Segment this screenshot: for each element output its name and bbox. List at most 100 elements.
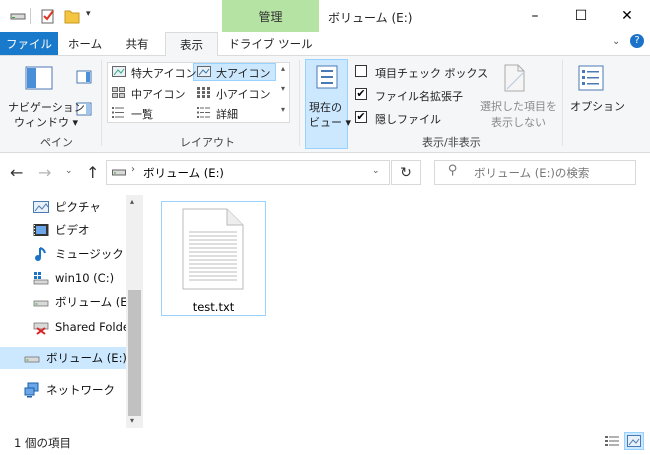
drive-icon	[112, 169, 126, 176]
sidebar-item-label: ボリューム (E:)	[46, 351, 127, 365]
separator	[562, 60, 563, 146]
hidden-items-label[interactable]: 隠しファイル	[375, 111, 441, 127]
videos-icon	[33, 224, 49, 236]
nav-pane-label-1[interactable]: ナビゲーション	[8, 99, 85, 115]
search-placeholder: ボリューム (E:)の検索	[474, 166, 590, 180]
sidebar-item-label: Shared Folder	[55, 320, 135, 334]
maximize-button[interactable]: ☐	[558, 0, 604, 32]
scroll-up-icon[interactable]: ▴	[130, 197, 134, 206]
large-icons-icon	[197, 66, 211, 77]
up-arrow-icon[interactable]: ↑	[86, 163, 99, 182]
options-icon	[578, 65, 604, 91]
small-icons-icon	[197, 87, 210, 98]
sidebar-item-shared-folder[interactable]: Shared Folder	[0, 316, 135, 338]
layout-group-label: レイアウト	[180, 136, 235, 149]
gallery-scroll-down-icon[interactable]: ▾	[281, 84, 285, 93]
network-icon	[24, 382, 39, 398]
layout-medium-icons[interactable]: 中アイコン	[131, 86, 185, 102]
sidebar-item-volume-e-selected[interactable]: ボリューム (E:)	[0, 347, 127, 369]
help-icon[interactable]: ?	[630, 34, 644, 48]
drive-icon	[24, 356, 40, 363]
sidebar-item-videos[interactable]: ビデオ	[0, 219, 126, 241]
tab-share[interactable]: 共有	[112, 32, 162, 55]
preview-pane-icon[interactable]	[76, 70, 92, 84]
shared-folder-icon	[33, 322, 49, 335]
tab-view[interactable]: 表示	[165, 32, 218, 56]
minimize-button[interactable]: –	[512, 0, 558, 32]
manage-context-tab[interactable]: 管理	[222, 0, 319, 32]
details-icon	[197, 107, 210, 118]
new-folder-icon[interactable]	[64, 8, 80, 24]
music-icon	[35, 247, 46, 261]
item-checkboxes-label[interactable]: 項目チェック ボックス	[375, 65, 488, 81]
ribbon: ナビゲーション ウィンドウ ▾ ペイン 特大アイコン 大アイコン 中アイコン 小…	[0, 56, 650, 153]
text-file-icon	[182, 208, 244, 290]
sidebar-item-label: ピクチャ	[55, 200, 101, 214]
sidebar-item-label: ビデオ	[55, 223, 90, 237]
sidebar-item-label: ボリューム (E:)	[55, 295, 136, 309]
nav-pane-label-2[interactable]: ウィンドウ ▾	[14, 114, 78, 130]
gallery-expand-icon[interactable]: ▾	[281, 105, 285, 114]
sidebar-item-drive-e[interactable]: ボリューム (E:)	[0, 291, 136, 313]
extra-large-icons-icon	[112, 66, 126, 77]
sidebar-scrollbar-thumb[interactable]	[128, 290, 141, 416]
tab-drive-tools[interactable]: ドライブ ツール	[222, 32, 319, 55]
tab-file[interactable]: ファイル	[0, 32, 58, 55]
qa-customize-icon[interactable]: ▾	[86, 9, 91, 19]
sidebar-item-label: win10 (C:)	[55, 271, 115, 285]
layout-list[interactable]: 一覧	[131, 106, 153, 122]
medium-icons-icon	[112, 87, 125, 98]
drive-icon	[10, 13, 26, 20]
file-extensions-checkbox[interactable]: ✔	[355, 88, 367, 100]
hide-selected-label-1[interactable]: 選択した項目を	[480, 98, 557, 114]
item-checkboxes-checkbox[interactable]	[355, 65, 367, 77]
pane-group-label: ペイン	[40, 136, 73, 149]
breadcrumb-chevron-icon[interactable]: ›	[131, 164, 135, 175]
collapse-ribbon-icon[interactable]: ⌄	[612, 36, 620, 47]
separator	[101, 60, 102, 146]
window-title: ボリューム (E:)	[328, 11, 413, 25]
close-button[interactable]: ✕	[604, 0, 650, 32]
hide-selected-label-2[interactable]: 表示しない	[491, 114, 546, 130]
search-icon: ⚲	[448, 163, 458, 178]
tab-home[interactable]: ホーム	[60, 32, 110, 55]
show-hide-group-label: 表示/非表示	[422, 136, 481, 149]
sidebar-item-music[interactable]: ミュージック	[0, 243, 126, 265]
sidebar-item-network[interactable]: ネットワーク	[0, 379, 126, 401]
address-dropdown-icon[interactable]: ⌄	[372, 166, 380, 176]
layout-large-icons[interactable]: 大アイコン	[216, 65, 270, 81]
pictures-icon	[33, 201, 49, 213]
drive-c-icon	[33, 272, 49, 285]
sidebar-item-pictures[interactable]: ピクチャ	[0, 196, 126, 218]
navigation-pane-icon[interactable]	[25, 66, 53, 90]
drive-e-icon	[33, 300, 49, 307]
properties-icon[interactable]	[40, 8, 56, 24]
breadcrumb-volume-e[interactable]: ボリューム (E:)	[143, 165, 224, 181]
separator	[299, 60, 300, 146]
back-arrow-icon[interactable]: ←	[10, 163, 23, 182]
layout-details[interactable]: 詳細	[216, 106, 238, 122]
current-view-label-1[interactable]: 現在の	[309, 99, 342, 115]
refresh-button[interactable]: ↻	[391, 160, 421, 185]
scroll-down-icon[interactable]: ▾	[130, 416, 134, 425]
file-extensions-label[interactable]: ファイル名拡張子	[375, 88, 463, 104]
options-button[interactable]: オプション	[570, 98, 625, 114]
recent-locations-icon[interactable]: ⌄	[65, 166, 73, 176]
hidden-items-checkbox[interactable]: ✔	[355, 111, 367, 123]
current-view-label-2[interactable]: ビュー ▾	[309, 114, 351, 130]
hide-selected-icon	[504, 64, 525, 92]
status-bar	[0, 428, 650, 455]
layout-small-icons[interactable]: 小アイコン	[216, 86, 270, 102]
gallery-scroll-up-icon[interactable]: ▴	[281, 64, 285, 73]
item-count: 1 個の項目	[14, 436, 71, 450]
list-icon	[112, 107, 124, 118]
details-view-icon[interactable]	[604, 434, 620, 448]
layout-extra-large-icons[interactable]: 特大アイコン	[131, 65, 196, 81]
sidebar-item-drive-c[interactable]: win10 (C:)	[0, 267, 126, 289]
sidebar-item-label: ネットワーク	[46, 383, 115, 397]
forward-arrow-icon[interactable]: →	[38, 163, 51, 182]
sidebar-item-label: ミュージック	[55, 247, 124, 261]
current-view-icon	[316, 65, 338, 89]
file-name: test.txt	[192, 300, 235, 314]
qa-divider	[30, 8, 31, 24]
